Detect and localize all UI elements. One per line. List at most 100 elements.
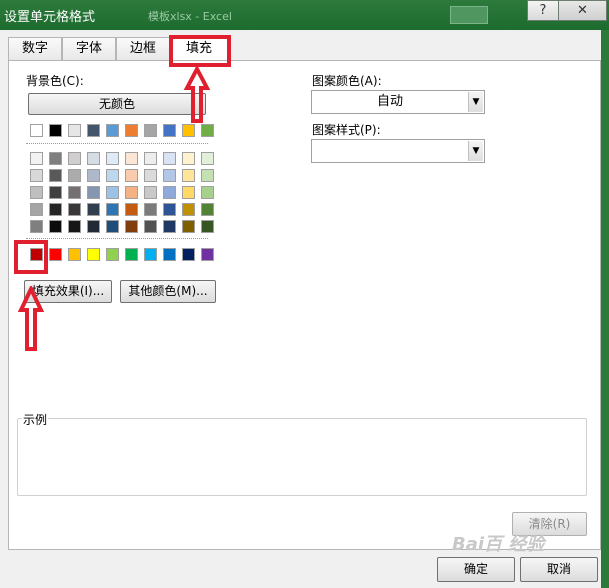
color-swatch[interactable] bbox=[144, 124, 157, 137]
color-swatch[interactable] bbox=[30, 186, 43, 199]
pattern-style-select[interactable]: ▼ bbox=[311, 139, 485, 163]
background-window-title: 模板xlsx - Excel bbox=[148, 10, 232, 23]
color-swatch[interactable] bbox=[30, 152, 43, 165]
palette-divider bbox=[26, 143, 208, 145]
color-swatch[interactable] bbox=[49, 169, 62, 182]
color-swatch[interactable] bbox=[125, 248, 138, 261]
color-swatch[interactable] bbox=[144, 169, 157, 182]
ok-button[interactable]: 确定 bbox=[437, 557, 515, 582]
color-swatch[interactable] bbox=[201, 186, 214, 199]
color-swatch[interactable] bbox=[144, 220, 157, 233]
color-swatch[interactable] bbox=[87, 152, 100, 165]
color-swatch[interactable] bbox=[49, 203, 62, 216]
color-swatch[interactable] bbox=[144, 186, 157, 199]
color-swatch[interactable] bbox=[125, 169, 138, 182]
color-swatch[interactable] bbox=[106, 248, 119, 261]
color-swatch[interactable] bbox=[30, 220, 43, 233]
color-swatch[interactable] bbox=[182, 186, 195, 199]
color-swatch[interactable] bbox=[182, 152, 195, 165]
color-swatch[interactable] bbox=[106, 169, 119, 182]
close-button[interactable]: ✕ bbox=[558, 0, 607, 21]
palette-divider bbox=[26, 238, 208, 240]
color-swatch[interactable] bbox=[87, 186, 100, 199]
color-swatch[interactable] bbox=[87, 169, 100, 182]
color-swatch[interactable] bbox=[30, 203, 43, 216]
color-swatch[interactable] bbox=[49, 248, 62, 261]
color-swatch[interactable] bbox=[163, 186, 176, 199]
color-swatch[interactable] bbox=[87, 203, 100, 216]
color-swatch[interactable] bbox=[163, 124, 176, 137]
chevron-down-icon[interactable]: ▼ bbox=[468, 141, 483, 161]
tab-number[interactable]: 数字 bbox=[8, 37, 62, 60]
color-swatch[interactable] bbox=[87, 220, 100, 233]
color-swatch[interactable] bbox=[201, 124, 214, 137]
color-swatch[interactable] bbox=[201, 203, 214, 216]
color-swatch[interactable] bbox=[68, 124, 81, 137]
color-swatch[interactable] bbox=[30, 124, 43, 137]
no-color-button[interactable]: 无颜色 bbox=[28, 93, 206, 115]
color-swatch[interactable] bbox=[68, 169, 81, 182]
color-swatch[interactable] bbox=[106, 152, 119, 165]
pattern-style-value bbox=[312, 140, 468, 162]
color-swatch[interactable] bbox=[68, 203, 81, 216]
color-swatch[interactable] bbox=[125, 152, 138, 165]
color-swatch[interactable] bbox=[49, 220, 62, 233]
arrow-up-icon bbox=[18, 286, 44, 351]
color-swatch[interactable] bbox=[144, 248, 157, 261]
color-swatch[interactable] bbox=[87, 124, 100, 137]
color-swatch[interactable] bbox=[201, 220, 214, 233]
dialog-title: 设置单元格格式 bbox=[4, 10, 96, 25]
color-swatch[interactable] bbox=[49, 124, 62, 137]
color-swatch[interactable] bbox=[68, 220, 81, 233]
color-swatch[interactable] bbox=[201, 169, 214, 182]
color-swatch[interactable] bbox=[163, 203, 176, 216]
color-swatch[interactable] bbox=[163, 220, 176, 233]
color-swatch[interactable] bbox=[125, 186, 138, 199]
tab-border[interactable]: 边框 bbox=[116, 37, 170, 60]
color-swatch[interactable] bbox=[106, 186, 119, 199]
color-swatch[interactable] bbox=[106, 220, 119, 233]
color-swatch[interactable] bbox=[182, 220, 195, 233]
color-swatch[interactable] bbox=[30, 169, 43, 182]
color-swatch[interactable] bbox=[68, 186, 81, 199]
color-swatch[interactable] bbox=[49, 186, 62, 199]
color-swatch[interactable] bbox=[182, 169, 195, 182]
color-swatch[interactable] bbox=[106, 203, 119, 216]
color-swatch[interactable] bbox=[106, 124, 119, 137]
color-swatch[interactable] bbox=[68, 152, 81, 165]
color-swatch[interactable] bbox=[68, 248, 81, 261]
cancel-button[interactable]: 取消 bbox=[520, 557, 598, 582]
color-swatch[interactable] bbox=[182, 248, 195, 261]
sample-group: 示例 bbox=[17, 411, 587, 496]
pattern-color-value: 自动 bbox=[376, 94, 403, 109]
background-window-edge bbox=[601, 30, 609, 588]
color-swatch[interactable] bbox=[125, 203, 138, 216]
color-swatch[interactable] bbox=[201, 248, 214, 261]
color-swatch[interactable] bbox=[144, 203, 157, 216]
color-swatch[interactable] bbox=[182, 124, 195, 137]
background-color-label: 背景色(C): bbox=[26, 74, 84, 88]
color-swatch[interactable] bbox=[144, 152, 157, 165]
background-window-button bbox=[450, 6, 488, 24]
pattern-color-label: 图案颜色(A): bbox=[312, 74, 382, 88]
tab-font[interactable]: 字体 bbox=[62, 37, 116, 60]
dark-red-swatch-highlight bbox=[14, 240, 48, 274]
watermark: Bai百 经验 bbox=[452, 534, 545, 555]
color-swatch[interactable] bbox=[182, 203, 195, 216]
title-bar: 设置单元格格式 模板xlsx - Excel ? ✕ bbox=[0, 0, 609, 30]
arrow-up-icon bbox=[184, 66, 210, 123]
color-swatch[interactable] bbox=[125, 220, 138, 233]
more-colors-button[interactable]: 其他颜色(M)... bbox=[120, 280, 216, 303]
pattern-style-label: 图案样式(P): bbox=[312, 123, 381, 137]
color-swatch[interactable] bbox=[163, 169, 176, 182]
color-swatch[interactable] bbox=[87, 248, 100, 261]
color-swatch[interactable] bbox=[163, 248, 176, 261]
color-swatch[interactable] bbox=[201, 152, 214, 165]
color-swatch[interactable] bbox=[49, 152, 62, 165]
help-button[interactable]: ? bbox=[527, 0, 559, 21]
color-swatch[interactable] bbox=[125, 124, 138, 137]
color-swatch[interactable] bbox=[163, 152, 176, 165]
fill-tab-highlight bbox=[169, 35, 231, 67]
chevron-down-icon[interactable]: ▼ bbox=[468, 92, 483, 112]
pattern-color-select[interactable]: 自动 ▼ bbox=[311, 90, 485, 114]
